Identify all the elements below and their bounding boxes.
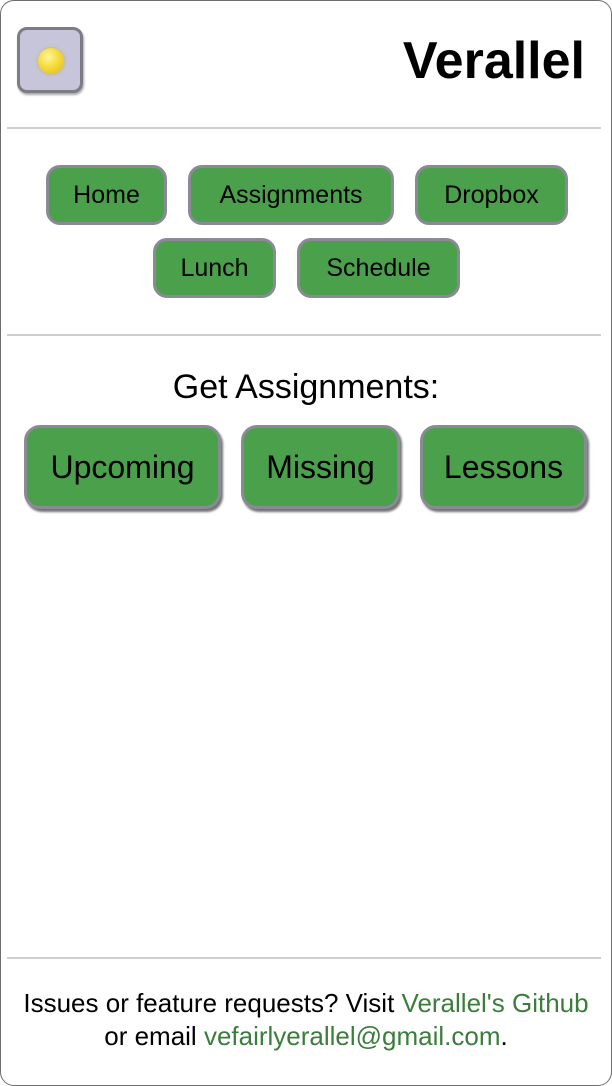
app-title: Verallel — [402, 32, 585, 90]
lessons-button[interactable]: Lessons — [420, 425, 587, 509]
app-frame: Verallel Home Assignments Dropbox Lunch … — [0, 0, 612, 1086]
nav-schedule-button[interactable]: Schedule — [297, 238, 460, 298]
nav-divider — [7, 334, 601, 336]
footer-text-after: . — [500, 1021, 508, 1051]
nav-assignments-button[interactable]: Assignments — [188, 165, 394, 225]
sun-icon — [38, 48, 64, 74]
header-divider — [7, 127, 601, 129]
upcoming-button[interactable]: Upcoming — [24, 425, 221, 509]
nav-lunch-button[interactable]: Lunch — [153, 238, 276, 298]
missing-button[interactable]: Missing — [241, 425, 400, 509]
header: Verallel — [1, 1, 611, 127]
nav-dropbox-button[interactable]: Dropbox — [415, 165, 568, 225]
email-link[interactable]: vefairlyerallel@gmail.com — [204, 1021, 501, 1051]
theme-toggle-button[interactable] — [17, 27, 83, 93]
footer-text-before: Issues or feature requests? Visit — [23, 988, 402, 1018]
footer-divider — [7, 957, 601, 959]
github-link[interactable]: Verallel's Github — [402, 988, 589, 1018]
assignments-heading: Get Assignments: — [172, 368, 440, 406]
nav-home-button[interactable]: Home — [46, 165, 167, 225]
footer-text-middle: or email — [104, 1021, 204, 1051]
footer: Issues or feature requests? Visit Verall… — [21, 987, 591, 1053]
